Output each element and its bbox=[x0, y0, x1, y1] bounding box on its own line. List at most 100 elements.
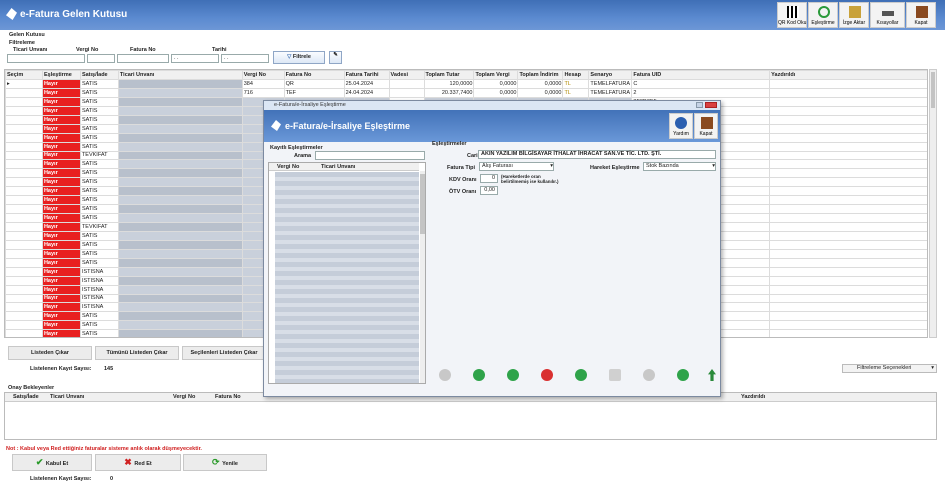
reject-button[interactable]: ✖ Red Et bbox=[95, 454, 181, 471]
movement-select[interactable]: Stok Bazında ▾ bbox=[643, 162, 716, 171]
cell: 0,0000 bbox=[517, 87, 564, 98]
remove-all-button[interactable]: Tümünü Listeden Çıkar bbox=[95, 346, 179, 360]
cell bbox=[769, 213, 927, 223]
cell bbox=[769, 177, 927, 188]
cell bbox=[5, 293, 43, 304]
col-header[interactable]: Seçim bbox=[5, 70, 43, 80]
cell: Hayır bbox=[41, 257, 81, 268]
chevron-down-icon: ▾ bbox=[550, 163, 553, 169]
cell: Hayır bbox=[41, 329, 81, 337]
chevron-down-icon: ▾ bbox=[712, 163, 715, 169]
cell: Hayır bbox=[41, 320, 81, 331]
tax-no-label: Vergi No bbox=[76, 47, 99, 53]
grid-scrollbar[interactable] bbox=[929, 69, 937, 338]
cell: SATIS bbox=[79, 79, 119, 89]
cell: Hayır bbox=[41, 87, 81, 98]
export-button[interactable]: İzge Aktar bbox=[839, 2, 869, 28]
col-header[interactable]: Toplam Vergi bbox=[473, 70, 519, 80]
close-app-button[interactable]: Kapat bbox=[906, 2, 936, 28]
shortcut-icon bbox=[882, 11, 894, 16]
cell bbox=[5, 230, 43, 241]
cell: Hayır bbox=[41, 302, 81, 313]
otv-input[interactable]: 0,00 bbox=[480, 186, 498, 195]
cell: SATIS bbox=[79, 159, 119, 170]
exit-icon bbox=[701, 117, 713, 129]
cell: Hayır bbox=[41, 230, 81, 241]
cell bbox=[5, 275, 43, 286]
cell: TEMELFATURA bbox=[588, 87, 633, 98]
scrollbar-thumb[interactable] bbox=[931, 72, 935, 108]
cell bbox=[117, 79, 243, 89]
accept-button[interactable]: ✔ Kabul Et bbox=[12, 454, 92, 471]
pending-col-company: Ticari Unvanı bbox=[50, 394, 85, 400]
search-input[interactable] bbox=[315, 151, 425, 160]
filter-button[interactable]: ▽ Filtrele bbox=[273, 51, 325, 64]
cell bbox=[769, 123, 927, 134]
cell: ISTISNA bbox=[79, 275, 119, 286]
col-header[interactable]: Senaryo bbox=[588, 70, 633, 80]
invoice-type-select[interactable]: Alış Faturası ▾ bbox=[479, 162, 554, 171]
edit-icon[interactable] bbox=[575, 369, 587, 381]
back-icon[interactable] bbox=[439, 369, 451, 381]
cell bbox=[769, 222, 927, 232]
col-header[interactable]: Hesap bbox=[562, 70, 590, 80]
qr-read-button[interactable]: QR Kod Oku bbox=[777, 2, 807, 28]
invoice-no-input[interactable] bbox=[117, 54, 169, 63]
next-icon[interactable] bbox=[473, 369, 485, 381]
cell: Hayır bbox=[41, 159, 81, 170]
list-scrollbar[interactable] bbox=[420, 171, 425, 383]
cell bbox=[117, 293, 243, 304]
cell bbox=[769, 105, 927, 116]
cell bbox=[5, 329, 43, 337]
shortcuts-button[interactable]: Kısayollar bbox=[870, 2, 905, 28]
dialog-close-button[interactable]: Kapat bbox=[694, 113, 718, 139]
up-arrow-icon[interactable] bbox=[708, 369, 716, 381]
col-header[interactable]: Fatura Tarihi bbox=[343, 70, 390, 80]
help-button[interactable]: Yardım bbox=[669, 113, 693, 139]
date-to-input[interactable]: . . bbox=[221, 54, 269, 63]
col-header[interactable]: Yazdırıldı bbox=[769, 70, 927, 80]
company-name-input[interactable] bbox=[7, 54, 85, 63]
tax-no-input[interactable] bbox=[87, 54, 115, 63]
col-header[interactable]: Satış/İade bbox=[79, 70, 119, 80]
minimize-icon[interactable] bbox=[696, 102, 703, 108]
confirm-icon[interactable] bbox=[609, 369, 621, 381]
table-row[interactable]: ▸ Hayır SATIS 384 QR 25.04.2024 120,0000 0,0000… bbox=[5, 79, 927, 89]
col-header[interactable]: Fatura UID bbox=[631, 70, 771, 80]
cell bbox=[5, 311, 43, 322]
cell: ISTISNA bbox=[79, 284, 119, 295]
col-header[interactable]: Eşleştirme bbox=[41, 70, 81, 80]
col-header[interactable]: Fatura No bbox=[283, 70, 345, 80]
remove-selected-button[interactable]: Seçilenleri Listeden Çıkar bbox=[182, 346, 266, 360]
cell bbox=[117, 248, 243, 259]
col-header[interactable]: Toplam İndirim bbox=[517, 70, 564, 80]
match-button[interactable]: Eşleştirme bbox=[808, 2, 838, 28]
refresh-icon bbox=[818, 6, 830, 18]
cell: Hayır bbox=[41, 222, 81, 232]
close-icon[interactable] bbox=[705, 102, 717, 108]
cell: SATIS bbox=[79, 311, 119, 322]
search-label: Arama bbox=[294, 153, 312, 159]
cell bbox=[769, 302, 927, 313]
cell: SATIS bbox=[79, 195, 119, 206]
cell bbox=[117, 329, 243, 337]
table-row[interactable]: Hayır SATIS 716 TEF 24.04.2024 20.337,7400 0,0… bbox=[5, 87, 927, 98]
date-from-input[interactable]: . . bbox=[171, 54, 219, 63]
refresh-button[interactable]: ⟳ Yenile bbox=[183, 454, 267, 471]
kdv-input[interactable]: 0 bbox=[480, 174, 498, 183]
cell bbox=[117, 186, 243, 197]
col-header[interactable]: Toplam Tutar bbox=[423, 70, 475, 80]
col-header[interactable]: Vadesi bbox=[388, 70, 425, 80]
refresh-icon[interactable] bbox=[677, 369, 689, 381]
remove-icon[interactable] bbox=[541, 369, 553, 381]
add-icon[interactable] bbox=[507, 369, 519, 381]
cell bbox=[5, 266, 43, 277]
filter-options-dropdown[interactable]: Filtreleme Seçenekleri ▾ bbox=[842, 364, 937, 373]
cell: QR bbox=[283, 79, 345, 89]
clear-filter-button[interactable]: ✎ bbox=[329, 51, 342, 64]
remove-from-list-button[interactable]: Listeden Çıkar bbox=[8, 346, 92, 360]
col-header[interactable]: Ticari Unvanı bbox=[117, 70, 243, 80]
cari-input[interactable]: AKIN YAZILIM BİLGİSAYAR İTHALAT İHRACAT … bbox=[478, 150, 716, 159]
cancel-icon[interactable] bbox=[643, 369, 655, 381]
col-header[interactable]: Vergi No bbox=[241, 70, 285, 80]
